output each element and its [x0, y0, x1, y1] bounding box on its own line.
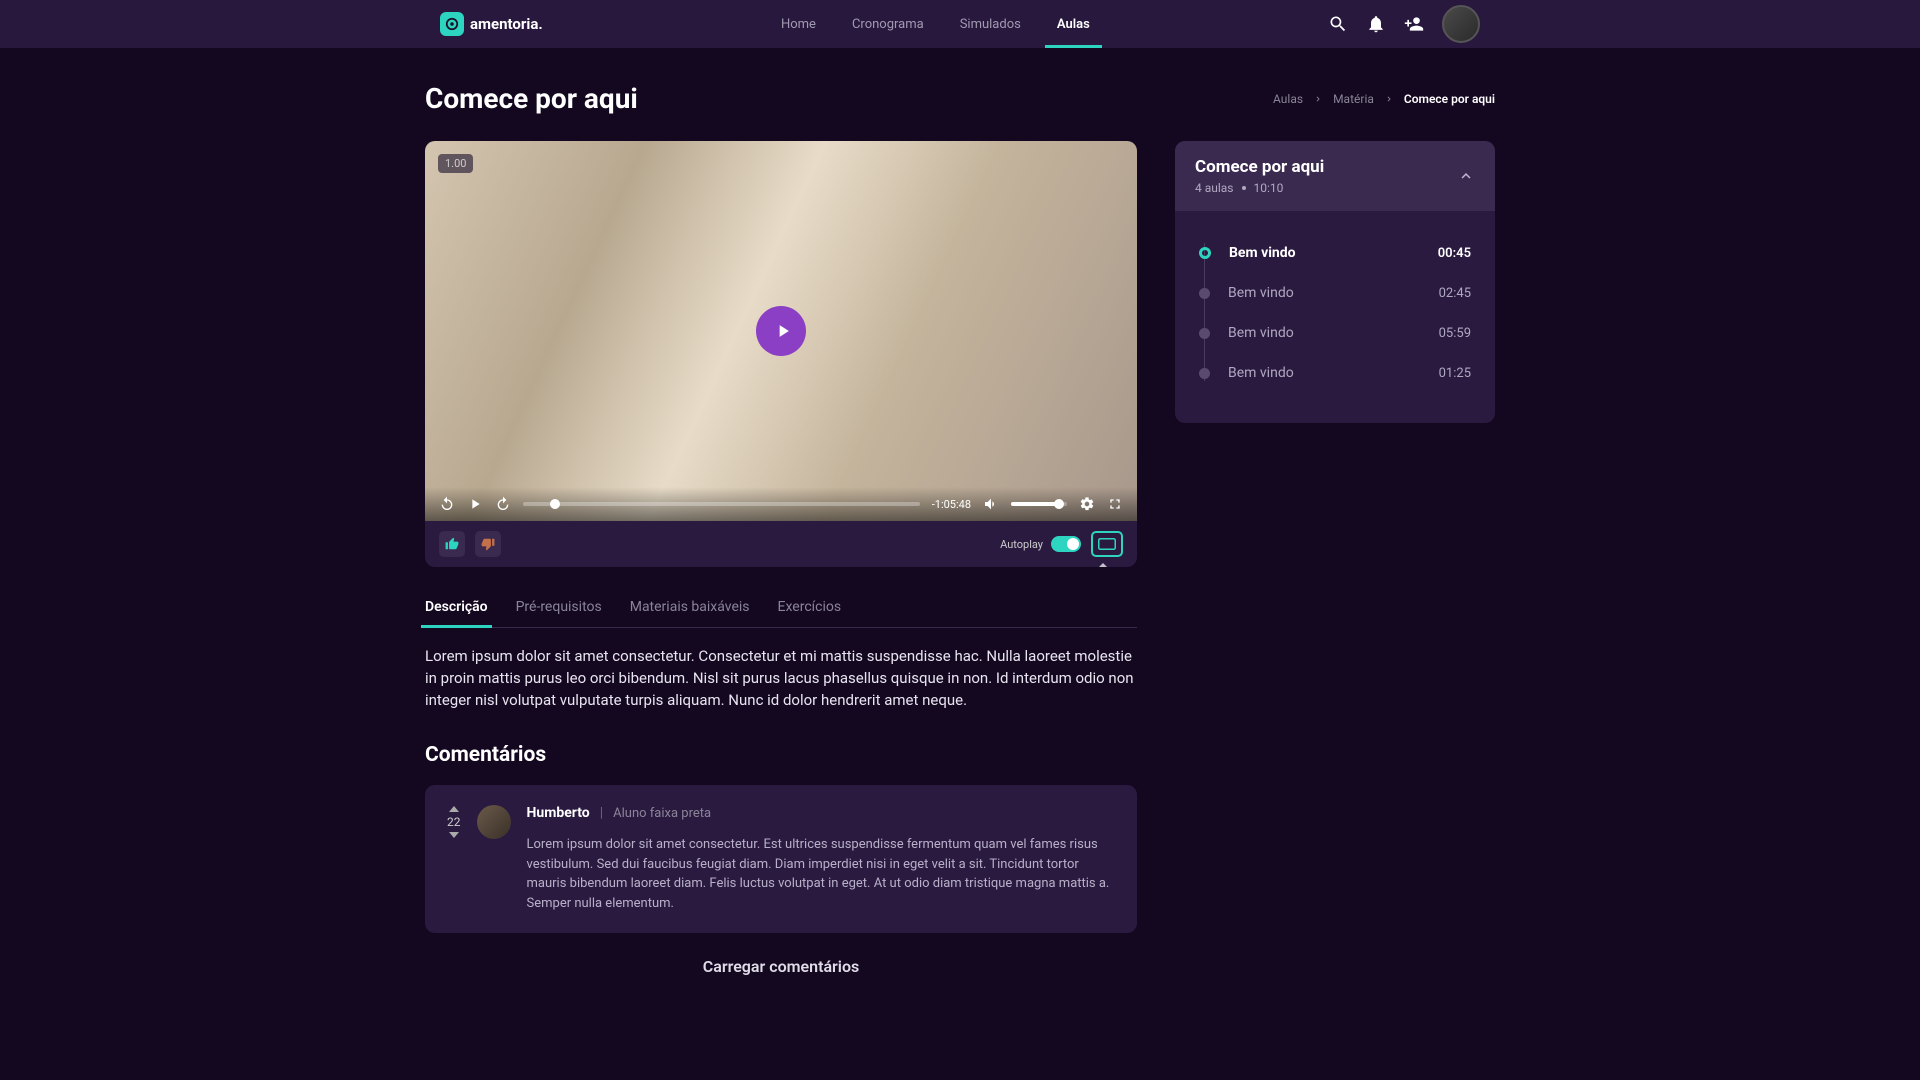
- playlist-item[interactable]: Bem vindo 00:45: [1199, 233, 1471, 273]
- progress-dot-icon: [1199, 328, 1210, 339]
- chevron-right-icon: [1313, 94, 1323, 104]
- avatar[interactable]: [1442, 5, 1480, 43]
- playlist-header[interactable]: Comece por aqui 4 aulas 10:10: [1175, 141, 1495, 211]
- forward-10-icon[interactable]: [495, 496, 511, 512]
- autoplay-toggle[interactable]: [1051, 536, 1081, 552]
- chevron-up-icon[interactable]: [1457, 167, 1475, 185]
- downvote-icon[interactable]: [448, 831, 460, 839]
- comments-title: Comentários: [425, 743, 1137, 767]
- tab-materiais[interactable]: Materiais baixáveis: [630, 587, 750, 627]
- upvote-icon[interactable]: [448, 805, 460, 813]
- playlist-item-label: Bem vindo: [1228, 365, 1421, 381]
- dislike-button[interactable]: [475, 531, 501, 557]
- topbar-right: [1328, 5, 1480, 43]
- add-user-icon[interactable]: [1404, 14, 1424, 34]
- progress-dot-icon: [1199, 247, 1211, 259]
- logo[interactable]: amentoria.: [440, 12, 543, 36]
- nav-cronograma[interactable]: Cronograma: [852, 3, 924, 46]
- playlist-meta: 4 aulas 10:10: [1195, 181, 1324, 195]
- brand-text: amentoria.: [470, 15, 543, 33]
- like-button[interactable]: [439, 531, 465, 557]
- tab-exercicios[interactable]: Exercícios: [778, 587, 842, 627]
- playlist-duration: 10:10: [1254, 181, 1284, 195]
- playlist-item-label: Bem vindo: [1228, 325, 1421, 341]
- speed-badge[interactable]: 1.00: [438, 154, 473, 173]
- logo-icon: [440, 12, 464, 36]
- nav-simulados[interactable]: Simulados: [960, 3, 1021, 46]
- autoplay-control: Autoplay: [1000, 536, 1081, 552]
- tab-descricao[interactable]: Descrição: [425, 587, 488, 627]
- video-area[interactable]: 1.00 -1:05:48: [425, 141, 1137, 521]
- comment-author: Humberto: [527, 805, 590, 821]
- nav-home[interactable]: Home: [781, 3, 816, 46]
- fullscreen-icon[interactable]: [1107, 496, 1123, 512]
- volume-bar[interactable]: [1011, 502, 1067, 506]
- breadcrumb: Aulas Matéria Comece por aqui: [1273, 92, 1495, 106]
- play-button[interactable]: [756, 306, 806, 356]
- description-text: Lorem ipsum dolor sit amet consectetur. …: [425, 646, 1137, 711]
- separator: |: [600, 805, 603, 821]
- progress-dot-icon: [1199, 368, 1210, 379]
- time-remaining: -1:05:48: [932, 498, 971, 511]
- nav: Home Cronograma Simulados Aulas: [781, 3, 1090, 46]
- tab-prereq[interactable]: Pré-requisitos: [516, 587, 602, 627]
- chevron-right-icon: [1384, 94, 1394, 104]
- playlist-item-time: 01:25: [1439, 366, 1471, 381]
- comment-avatar: [477, 805, 511, 839]
- vote-count: 22: [447, 815, 461, 829]
- playlist-item-time: 02:45: [1439, 286, 1471, 301]
- breadcrumb-current: Comece por aqui: [1404, 92, 1495, 106]
- topbar: amentoria. Home Cronograma Simulados Aul…: [0, 0, 1920, 48]
- load-more-button[interactable]: Carregar comentários: [425, 957, 1137, 976]
- vote-controls: 22: [447, 805, 461, 913]
- tabs: Descrição Pré-requisitos Materiais baixá…: [425, 587, 1137, 628]
- playlist-item-time: 05:59: [1439, 326, 1471, 341]
- playlist-count: 4 aulas: [1195, 181, 1234, 195]
- comment-card: 22 Humberto | Aluno faixa preta Lorem ip…: [425, 785, 1137, 933]
- search-icon[interactable]: [1328, 14, 1348, 34]
- comment-role: Aluno faixa preta: [613, 806, 711, 821]
- video-controls: -1:05:48: [425, 487, 1137, 521]
- nav-aulas[interactable]: Aulas: [1057, 3, 1090, 46]
- header-row: Comece por aqui Aulas Matéria Comece por…: [425, 82, 1495, 115]
- bell-icon[interactable]: [1366, 14, 1386, 34]
- playlist-item-label: Bem vindo: [1229, 245, 1420, 261]
- playlist-item-label: Bem vindo: [1228, 285, 1421, 301]
- autoplay-label: Autoplay: [1000, 538, 1043, 551]
- playlist-item[interactable]: Bem vindo 02:45: [1199, 273, 1471, 313]
- playlist-panel: Comece por aqui 4 aulas 10:10 Bem vindo …: [1175, 141, 1495, 423]
- action-bar: Autoplay Ativar Modo teatro: [425, 521, 1137, 567]
- gear-icon[interactable]: [1079, 496, 1095, 512]
- breadcrumb-root[interactable]: Aulas: [1273, 92, 1303, 106]
- comment-body-text: Lorem ipsum dolor sit amet consectetur. …: [527, 835, 1116, 913]
- playlist-item[interactable]: Bem vindo 05:59: [1199, 313, 1471, 353]
- video-card: 1.00 -1:05:48: [425, 141, 1137, 567]
- seek-bar[interactable]: [523, 502, 920, 506]
- playlist-item-time: 00:45: [1438, 246, 1471, 261]
- rewind-10-icon[interactable]: [439, 496, 455, 512]
- page-title: Comece por aqui: [425, 82, 638, 115]
- breadcrumb-mid[interactable]: Matéria: [1333, 92, 1374, 106]
- playlist-item[interactable]: Bem vindo 01:25: [1199, 353, 1471, 393]
- theater-mode-button[interactable]: Ativar Modo teatro: [1091, 531, 1123, 557]
- comment-head: Humberto | Aluno faixa preta: [527, 805, 1116, 821]
- playlist-title: Comece por aqui: [1195, 157, 1324, 177]
- progress-dot-icon: [1199, 288, 1210, 299]
- play-icon[interactable]: [467, 496, 483, 512]
- playlist-items: Bem vindo 00:45 Bem vindo 02:45 Bem vind…: [1175, 211, 1495, 423]
- volume-icon[interactable]: [983, 496, 999, 512]
